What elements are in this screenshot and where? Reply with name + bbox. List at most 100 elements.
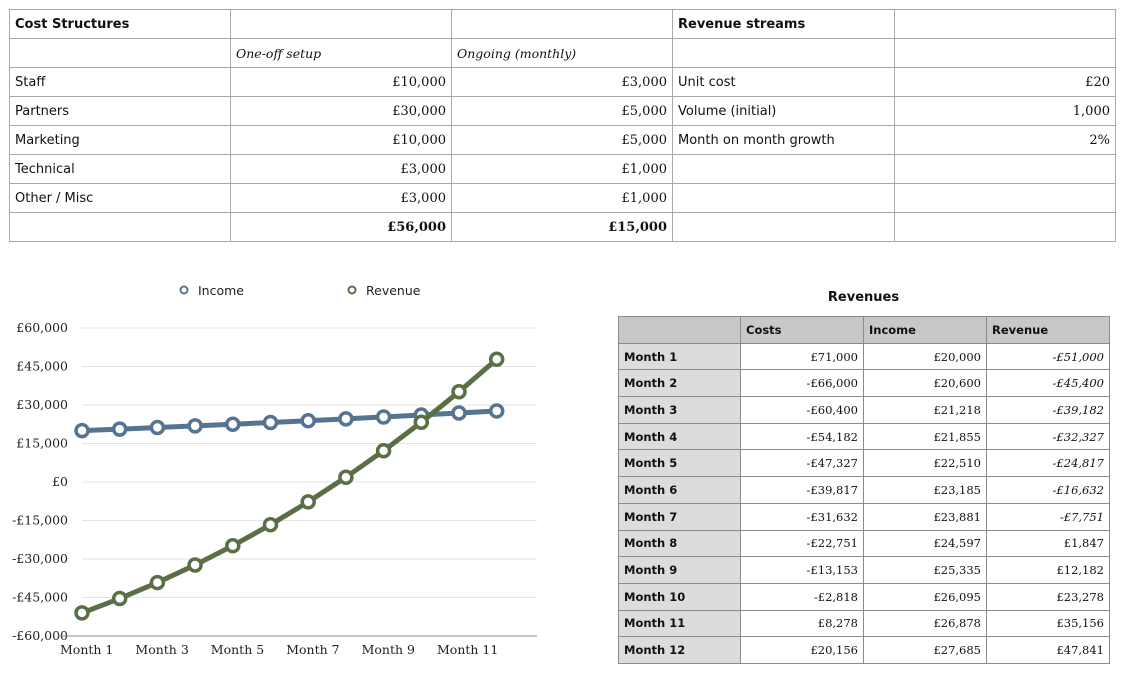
data-point-income [111, 421, 128, 437]
data-point-revenue [413, 414, 430, 431]
income-value: £26,878 [863, 609, 987, 638]
data-point-income [300, 412, 316, 429]
revenue-value: £47,841 [986, 636, 1110, 664]
income-revenue-chart: £60,000 £45,000 £30,000 £15,000 £0 -£15,000 -£… [0, 270, 560, 680]
revenue-value: -£39,182 [986, 396, 1110, 424]
y-tick-label: -£15,000 [12, 513, 68, 528]
costs-value: -£13,153 [740, 556, 864, 584]
revenue-value: -£45,400 [986, 369, 1110, 398]
data-point-income [225, 416, 241, 432]
table-row: Month 5 -£47,327 £22,510 -£24,817 [618, 449, 1110, 478]
x-tick-label: Month 1 [60, 642, 113, 657]
table-row: Month 10 -£2,818 £26,095 £23,278 [618, 582, 1110, 611]
cost-structures-table: Cost Structures Revenue streams One-off se… [9, 9, 1116, 242]
table-row: Month 3 -£60,400 £21,218 -£39,182 [618, 396, 1110, 424]
x-tick-label: Month 3 [135, 642, 188, 657]
costs-value: £20,156 [740, 636, 864, 664]
legend-label-revenue: Revenue [366, 283, 421, 298]
x-tick-label: Month 7 [286, 642, 339, 657]
cost-subheader-cell: Ongoing (monthly) [451, 38, 673, 68]
cost-label: Partners [9, 96, 231, 126]
cost-subheader-cell [9, 38, 231, 68]
cost-subheader-cell [894, 38, 1116, 68]
cost-subheader-cell: One-off setup [230, 38, 452, 68]
y-tick-label: £15,000 [16, 436, 68, 451]
month-label: Month 8 [618, 529, 741, 558]
data-point-revenue [262, 516, 279, 533]
cost-header-cell: Cost Structures [9, 9, 231, 39]
month-label: Month 11 [618, 609, 741, 638]
revenue-stream-value: £20 [894, 67, 1116, 97]
table-row: Month 9 -£13,153 £25,335 £12,182 [618, 556, 1110, 584]
y-tick-label: -£45,000 [12, 590, 68, 605]
revenue-stream-label: Unit cost [672, 67, 895, 97]
data-point-income [338, 411, 354, 427]
costs-value: -£54,182 [740, 422, 864, 451]
revenue-value: -£32,327 [986, 422, 1110, 451]
legend-marker-income [179, 285, 189, 295]
y-tick-label: £60,000 [16, 320, 68, 335]
cost-label: Technical [9, 154, 231, 184]
cost-header-cell [894, 9, 1116, 39]
revenue-stream-label [672, 154, 895, 184]
data-point-income [375, 409, 392, 425]
revenues-table: Costs Income Revenue Month 1 £71,000 £20,000… [618, 316, 1110, 664]
cost-label: Staff [9, 67, 231, 97]
revenues-title: Revenues [827, 290, 900, 305]
cost-totals-row: £56,000 £15,000 [9, 212, 1116, 242]
income-value: £20,600 [863, 369, 987, 398]
revenue-stream-value [894, 183, 1116, 213]
data-point-revenue [375, 442, 392, 459]
income-value: £22,510 [863, 449, 987, 478]
y-tick-label: £0 [52, 474, 68, 489]
data-point-income [262, 414, 279, 431]
month-label: Month 6 [618, 476, 741, 504]
cost-row: Staff £10,000 £3,000 Unit cost £20 [9, 67, 1116, 97]
data-point-income [74, 422, 90, 439]
data-point-revenue [488, 351, 505, 367]
monthly-cost: £3,000 [451, 67, 673, 97]
income-value: £23,881 [863, 502, 987, 531]
table-row: Month 8 -£22,751 £24,597 £1,847 [618, 529, 1110, 558]
income-value: £25,335 [863, 556, 987, 584]
cost-row: Partners £30,000 £5,000 Volume (initial) 1,0… [9, 96, 1116, 126]
cost-header-row: Cost Structures Revenue streams [9, 9, 1116, 39]
monthly-cost: £5,000 [451, 96, 673, 126]
x-tick-label: Month 11 [437, 642, 498, 657]
revenue-stream-label: Volume (initial) [672, 96, 895, 126]
data-point-revenue [149, 574, 166, 591]
line-chart-svg: £60,000 £45,000 £30,000 £15,000 £0 -£15,000 -£… [12, 283, 537, 657]
revenue-stream-label [672, 183, 895, 213]
cost-row: Technical £3,000 £1,000 [9, 154, 1116, 184]
cost-header-cell [451, 9, 673, 39]
y-tick-label: £45,000 [16, 359, 68, 374]
costs-value: -£31,632 [740, 502, 864, 531]
table-row: Month 6 -£39,817 £23,185 -£16,632 [618, 476, 1110, 504]
cost-subheader-cell [672, 38, 895, 68]
month-label: Month 1 [618, 342, 741, 371]
cost-row: Other / Misc £3,000 £1,000 [9, 183, 1116, 213]
setup-cost: £3,000 [230, 154, 452, 184]
table-row: Month 7 -£31,632 £23,881 -£7,751 [618, 502, 1110, 531]
data-point-revenue [74, 605, 90, 621]
data-point-revenue [225, 537, 241, 554]
revenues-column-header: Revenue [986, 316, 1110, 344]
revenues-column-header: Income [863, 316, 987, 344]
revenue-value: -£51,000 [986, 342, 1110, 371]
costs-value: -£66,000 [740, 369, 864, 398]
month-label: Month 2 [618, 369, 741, 398]
revenue-stream-value [894, 154, 1116, 184]
cost-header-cell [230, 9, 452, 39]
data-point-revenue [300, 494, 316, 510]
revenue-value: £35,156 [986, 609, 1110, 638]
revenue-value: -£16,632 [986, 476, 1110, 504]
total-monthly: £15,000 [451, 212, 673, 242]
costs-value: -£39,817 [740, 476, 864, 504]
month-label: Month 4 [618, 422, 741, 451]
revenue-value: £23,278 [986, 582, 1110, 611]
data-point-income [488, 403, 505, 419]
x-tick-label: Month 9 [362, 642, 415, 657]
monthly-cost: £1,000 [451, 154, 673, 184]
data-point-revenue [451, 384, 467, 400]
income-value: £24,597 [863, 529, 987, 558]
